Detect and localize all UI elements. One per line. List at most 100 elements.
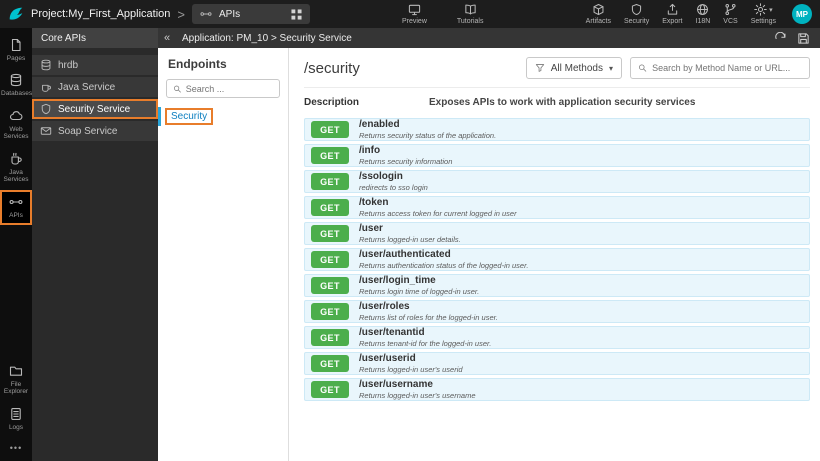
- endpoint-row[interactable]: GET /user/userid Returns logged-in user'…: [304, 352, 810, 375]
- globe-icon: [697, 4, 709, 15]
- artifacts-label: Artifacts: [585, 18, 611, 25]
- endpoint-row[interactable]: GET /user/login_time Returns login time …: [304, 274, 810, 297]
- grid-icon[interactable]: [291, 8, 302, 20]
- endpoint-row[interactable]: GET /user/roles Returns list of roles fo…: [304, 300, 810, 323]
- vcs-button[interactable]: VCS: [723, 3, 738, 25]
- method-badge[interactable]: GET: [311, 329, 349, 346]
- endpoint-info: /user/authenticated Returns authenticati…: [359, 249, 528, 270]
- sidebar-item-logs[interactable]: Logs: [0, 402, 32, 437]
- topbar-right: Artifacts Security Export I18N VCS ▾ Set…: [586, 3, 812, 25]
- tutorials-button[interactable]: Tutorials: [456, 3, 484, 25]
- method-badge[interactable]: GET: [311, 225, 349, 242]
- sidebar-item-web-services[interactable]: Web Services: [0, 104, 32, 147]
- left-sidebar: Pages Databases Web Services Java Servic…: [0, 28, 32, 461]
- endpoints-search[interactable]: [166, 79, 280, 98]
- apis-selector[interactable]: APIs: [191, 4, 310, 24]
- endpoint-row[interactable]: GET /enabled Returns security status of …: [304, 118, 810, 141]
- method-badge[interactable]: GET: [311, 277, 349, 294]
- method-badge[interactable]: GET: [311, 147, 349, 164]
- method-badge[interactable]: GET: [311, 381, 349, 398]
- preview-button[interactable]: Preview: [402, 3, 427, 25]
- method-badge[interactable]: GET: [311, 199, 349, 216]
- method-badge[interactable]: GET: [311, 173, 349, 190]
- sidebar-item-java-services[interactable]: Java Services: [0, 147, 32, 190]
- more-options-icon[interactable]: •••: [0, 437, 32, 461]
- endpoint-row[interactable]: GET /user/authenticated Returns authenti…: [304, 248, 810, 271]
- folder-icon: [9, 366, 23, 376]
- sidebar-item-apis[interactable]: APIs: [0, 189, 32, 226]
- endpoint-row[interactable]: GET /info Returns security information: [304, 144, 810, 167]
- refresh-button[interactable]: [774, 31, 787, 45]
- endpoint-row[interactable]: GET /ssologin redirects to sso login: [304, 170, 810, 193]
- endpoint-group-security[interactable]: Security: [158, 107, 288, 126]
- tutorials-label: Tutorials: [456, 18, 484, 25]
- export-button[interactable]: Export: [662, 3, 683, 25]
- method-badge[interactable]: GET: [311, 251, 349, 268]
- breadcrumb: Application: PM_10 > Security Service: [182, 32, 352, 44]
- sidebar-item-label: Databases: [1, 90, 33, 98]
- sidebar-item-file-explorer[interactable]: File Explorer: [0, 359, 32, 402]
- chevron-right-icon: >: [177, 6, 185, 22]
- database-icon: [10, 74, 22, 87]
- core-api-item-label: Soap Service: [58, 125, 118, 137]
- endpoint-description: Returns list of roles for the logged-in …: [359, 313, 498, 322]
- header-controls: All Methods ▾: [525, 57, 810, 79]
- description-text: Exposes APIs to work with application se…: [429, 97, 696, 108]
- endpoint-description: redirects to sso login: [359, 183, 428, 192]
- api-detail-panel: /security All Methods ▾ Search by Method…: [289, 48, 820, 461]
- core-api-item-label: hrdb: [58, 59, 79, 71]
- method-badge[interactable]: GET: [311, 303, 349, 320]
- endpoint-description: Returns logged-in user's userid: [359, 365, 463, 374]
- endpoint-row[interactable]: GET /user/username Returns logged-in use…: [304, 378, 810, 401]
- endpoint-group-label: Security: [165, 108, 214, 125]
- endpoint-info: /user Returns logged-in user details.: [359, 223, 461, 244]
- endpoint-row[interactable]: GET /token Returns access token for curr…: [304, 196, 810, 219]
- app-logo-icon[interactable]: [7, 5, 25, 23]
- save-button[interactable]: [797, 32, 810, 45]
- endpoint-description: Returns logged-in user details.: [359, 235, 461, 244]
- core-api-item-hrdb[interactable]: hrdb: [32, 55, 158, 75]
- methods-filter-dropdown[interactable]: All Methods ▾: [525, 57, 622, 79]
- description-label: Description: [304, 97, 360, 108]
- endpoint-path: /enabled: [359, 119, 400, 130]
- endpoints-search-input[interactable]: [185, 83, 273, 94]
- endpoint-path: /ssologin: [359, 171, 403, 182]
- gear-icon: [754, 3, 767, 16]
- envelope-icon: [40, 127, 52, 135]
- artifacts-button[interactable]: Artifacts: [586, 3, 611, 25]
- branch-icon: [725, 3, 736, 16]
- core-api-item-security-service[interactable]: Security Service: [32, 99, 158, 119]
- sidebar-item-pages[interactable]: Pages: [0, 33, 32, 68]
- endpoint-row[interactable]: GET /user/tenantid Returns tenant-id for…: [304, 326, 810, 349]
- sidebar-item-databases[interactable]: Databases: [0, 68, 32, 103]
- artifacts-icon: [593, 3, 604, 16]
- core-api-item-java-service[interactable]: Java Service: [32, 77, 158, 97]
- endpoint-path: /user: [359, 223, 383, 234]
- method-badge[interactable]: GET: [311, 355, 349, 372]
- sidebar-item-label: File Explorer: [3, 380, 29, 396]
- shield-icon: [41, 103, 51, 115]
- endpoints-panel: Endpoints Security: [158, 48, 289, 461]
- endpoint-description: Returns logged-in user's username: [359, 391, 476, 400]
- endpoint-path: /token: [359, 197, 389, 208]
- endpoint-description: Returns authentication status of the log…: [359, 261, 529, 270]
- api-connector-icon: [9, 199, 23, 204]
- preview-icon: [408, 4, 421, 16]
- endpoints-panel-title: Endpoints: [168, 57, 227, 71]
- core-api-item-soap-service[interactable]: Soap Service: [32, 121, 158, 141]
- endpoint-info: /user/tenantid Returns tenant-id for the…: [359, 327, 491, 348]
- method-search[interactable]: [630, 57, 810, 79]
- endpoint-info: /info Returns security information: [359, 145, 452, 166]
- i18n-button[interactable]: I18N: [696, 3, 710, 25]
- preview-label: Preview: [401, 18, 427, 25]
- collapse-panel-button[interactable]: «: [158, 32, 176, 44]
- settings-button[interactable]: ▾ Settings: [751, 3, 776, 25]
- core-apis-panel-title: Core APIs: [32, 28, 158, 48]
- security-button[interactable]: Security: [624, 3, 649, 25]
- user-avatar[interactable]: MP: [792, 4, 812, 24]
- method-badge[interactable]: GET: [311, 121, 349, 138]
- endpoint-info: /token Returns access token for current …: [359, 197, 517, 218]
- endpoint-row[interactable]: GET /user Returns logged-in user details…: [304, 222, 810, 245]
- method-search-input[interactable]: [652, 63, 802, 73]
